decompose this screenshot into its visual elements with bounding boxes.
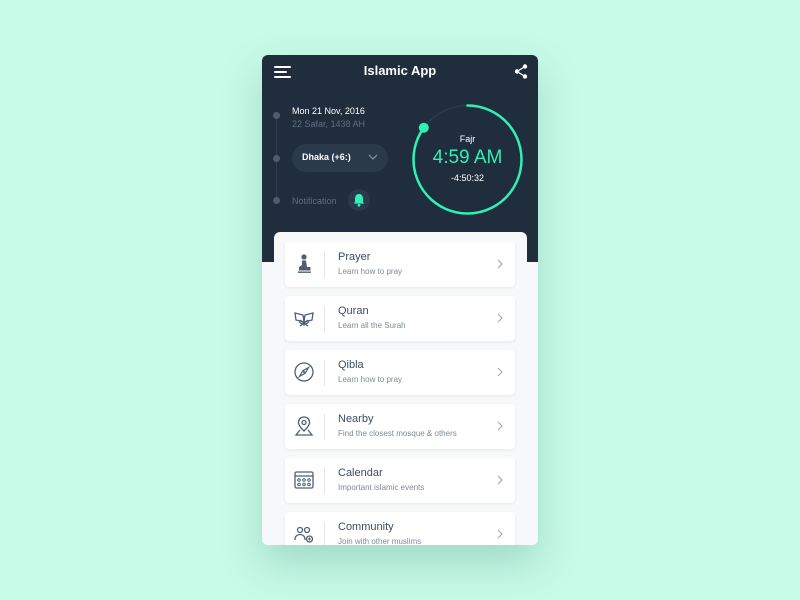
notification-label: Notification: [292, 196, 337, 206]
gregorian-date: Mon 21 Nov, 2016: [292, 106, 365, 116]
item-divider: [324, 522, 325, 545]
menu-item-prayer[interactable]: Prayer Learn how to pray: [285, 242, 515, 287]
menu-item-subtitle: Find the closest mosque & others: [338, 429, 457, 438]
calendar-icon: [294, 471, 314, 489]
notification-toggle[interactable]: [348, 189, 370, 211]
bell-icon: [353, 194, 365, 207]
menu-item-quran[interactable]: Quran Learn all the Surah: [285, 296, 515, 341]
menu-item-nearby[interactable]: Nearby Find the closest mosque & others: [285, 404, 515, 449]
menu-item-qibla[interactable]: Qibla Learn how to pray: [285, 350, 515, 395]
prayer-time: 4:59 AM: [432, 147, 503, 168]
menu-item-title: Quran: [338, 305, 369, 317]
menu-item-title: Nearby: [338, 413, 374, 425]
menu-item-title: Community: [338, 521, 394, 533]
compass-icon: [294, 362, 314, 382]
prayer-icon: [298, 254, 311, 273]
chevron-down-icon: [368, 154, 378, 160]
menu-item-title: Calendar: [338, 467, 383, 479]
item-divider: [324, 360, 325, 386]
share-icon[interactable]: [514, 64, 528, 79]
menu-item-title: Qibla: [338, 359, 364, 371]
timeline-dot: [273, 112, 280, 119]
menu-item-community[interactable]: Community Join with other muslims: [285, 512, 515, 545]
menu-item-subtitle: Learn how to pray: [338, 267, 403, 276]
top-bar: Islamic App: [262, 55, 538, 89]
community-icon: [294, 526, 314, 543]
item-divider: [324, 468, 325, 494]
quran-icon: [294, 312, 314, 327]
item-divider: [324, 252, 325, 278]
item-divider: [324, 414, 325, 440]
chevron-right-icon: [497, 313, 503, 323]
menu-item-title: Prayer: [338, 251, 371, 263]
location-dropdown[interactable]: Dhaka (+6:): [292, 144, 388, 172]
phone-screen: Islamic App Mon 21 Nov, 2016 22 Safar, 1…: [262, 55, 538, 545]
prayer-name: Fajr: [459, 134, 476, 144]
menu-item-subtitle: Learn how to pray: [338, 375, 403, 384]
prayer-countdown: -4:50:32: [450, 173, 485, 183]
menu-item-subtitle: Learn all the Surah: [338, 321, 406, 330]
header-panel: Islamic App Mon 21 Nov, 2016 22 Safar, 1…: [262, 55, 538, 262]
chevron-right-icon: [497, 421, 503, 431]
hijri-date: 22 Safar, 1438 AH: [292, 119, 366, 129]
app-title: Islamic App: [363, 63, 437, 78]
chevron-right-icon: [497, 529, 503, 539]
timeline-dot: [273, 155, 280, 162]
menu-panel: Prayer Learn how to pray Quran Learn all…: [274, 232, 527, 545]
location-pin-icon: [294, 416, 314, 436]
chevron-right-icon: [497, 475, 503, 485]
menu-item-subtitle: Join with other muslims: [338, 537, 422, 545]
menu-item-subtitle: Important islamic events: [338, 483, 425, 492]
progress-knob: [418, 122, 429, 133]
location-value: Dhaka (+6:): [302, 152, 351, 162]
timeline-dot: [273, 197, 280, 204]
chevron-right-icon: [497, 367, 503, 377]
menu-item-calendar[interactable]: Calendar Important islamic events: [285, 458, 515, 503]
chevron-right-icon: [497, 259, 503, 269]
item-divider: [324, 306, 325, 332]
